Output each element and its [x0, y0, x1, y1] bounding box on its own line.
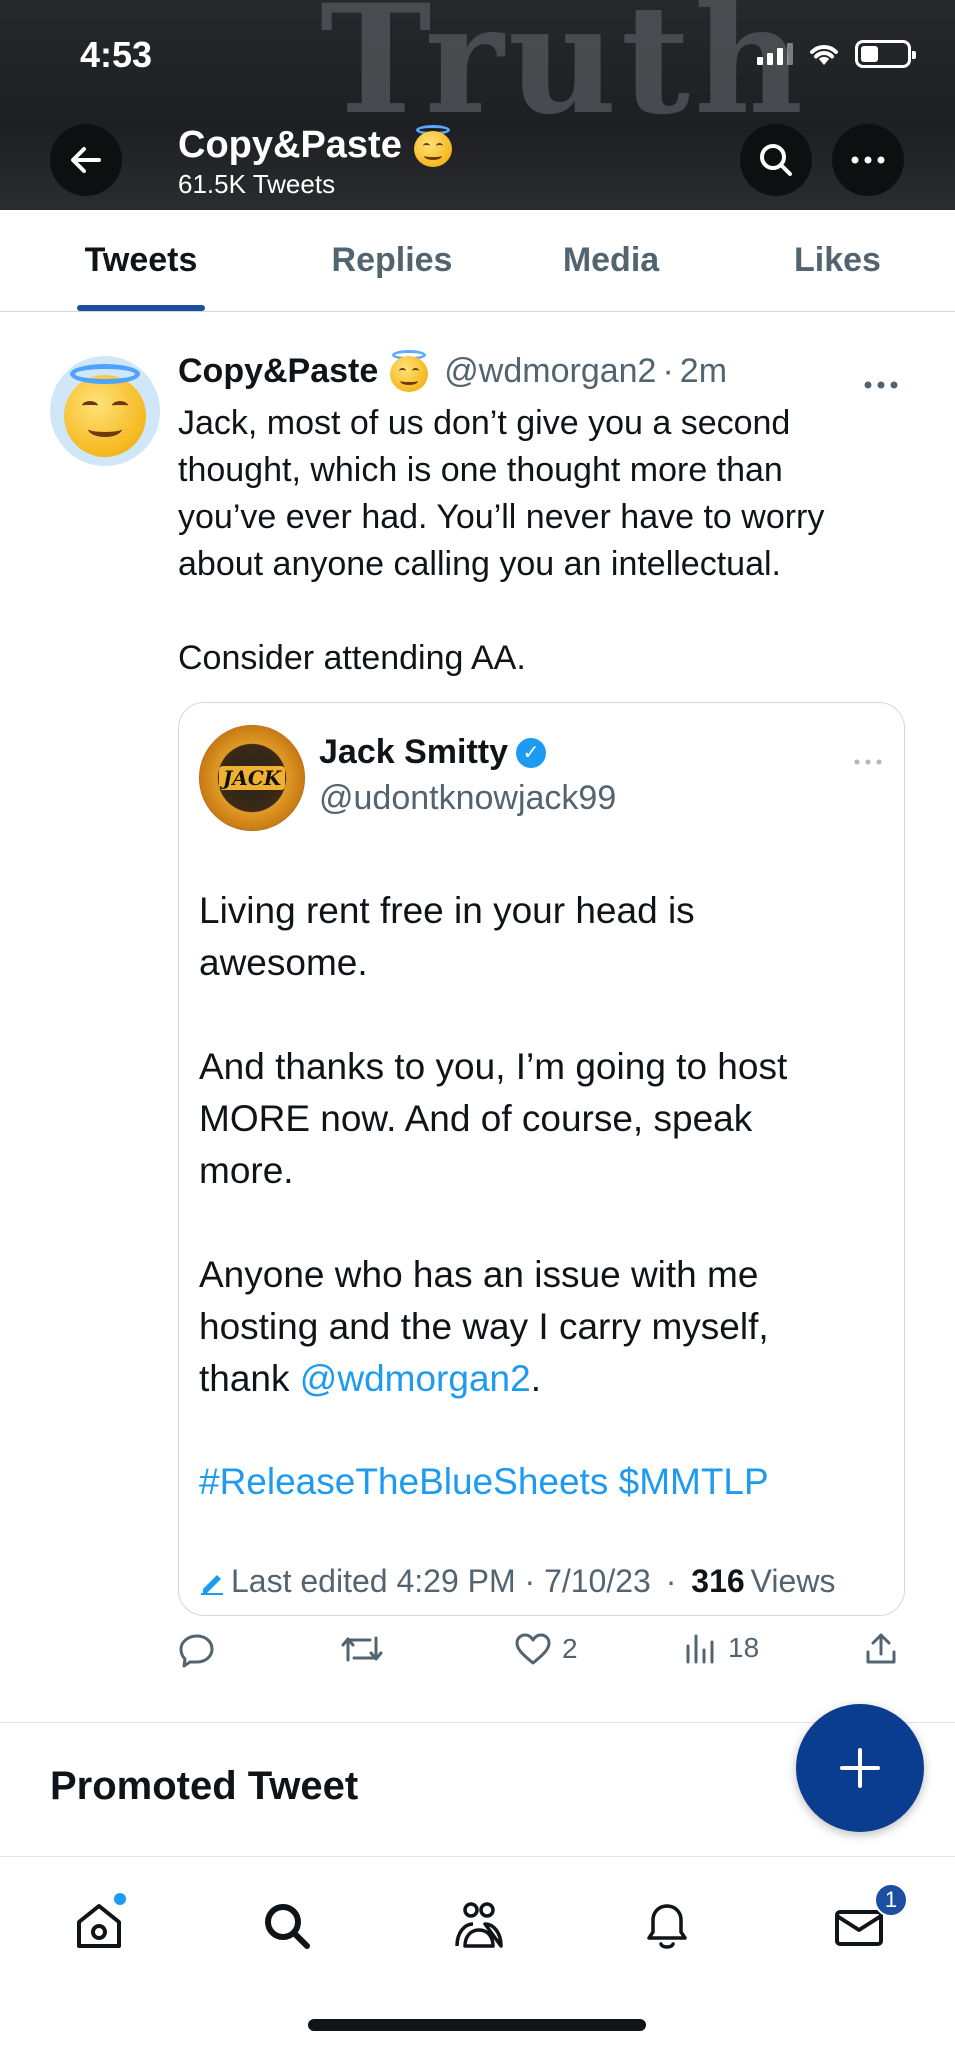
views-label: Views	[750, 1563, 836, 1599]
wifi-icon	[810, 45, 838, 65]
retweet-icon	[341, 1636, 383, 1662]
promoted-tweet-heading: Promoted Tweet	[50, 1764, 359, 1808]
quoted-tweet-text: Living rent free in your head is awesome…	[199, 885, 859, 1405]
bottom-navigation: 1	[0, 1856, 955, 2048]
bell-icon	[647, 1904, 687, 1949]
nav-home[interactable]	[64, 1891, 134, 1961]
views-count: 316	[691, 1563, 745, 1599]
edit-info: Last edited 4:29 PM · 7/10/23 · 316 View…	[199, 1563, 835, 1600]
new-content-dot	[114, 1893, 126, 1905]
tweet-count: 61.5K Tweets	[178, 169, 336, 199]
profile-name: Copy&Paste	[178, 124, 402, 166]
tab-media[interactable]: Media	[502, 210, 720, 311]
more-options-button[interactable]	[832, 124, 904, 196]
search-icon	[265, 1904, 310, 1949]
author-avatar[interactable]	[50, 356, 160, 466]
plus-icon	[840, 1748, 880, 1788]
tweet-author-handle[interactable]: @wdmorgan2	[444, 352, 656, 391]
tab-likes[interactable]: Likes	[720, 210, 955, 311]
pencil-icon	[201, 1574, 223, 1595]
tweet-time[interactable]: 2m	[680, 352, 727, 391]
tweet-author-name[interactable]: Copy&Paste	[178, 352, 378, 391]
tab-replies[interactable]: Replies	[282, 210, 502, 311]
quoted-author-name[interactable]: Jack Smitty	[319, 733, 508, 772]
hashtag-links[interactable]: #ReleaseTheBlueSheets $MMTLP	[199, 1461, 769, 1503]
quoted-more-icon	[854, 741, 882, 772]
quoted-text-end: .	[530, 1358, 541, 1399]
mention-link[interactable]: @wdmorgan2	[300, 1358, 531, 1399]
views-button[interactable]: 18	[684, 1632, 759, 1664]
reply-icon	[179, 1634, 214, 1668]
quoted-author-handle[interactable]: @udontknowjack99	[319, 779, 616, 818]
halo-emoji-icon	[412, 124, 454, 167]
share-icon	[866, 1633, 896, 1664]
views-action-count: 18	[728, 1632, 760, 1663]
separator-dot: ·	[662, 351, 674, 390]
nav-messages[interactable]: 1	[824, 1883, 908, 1961]
home-indicator[interactable]	[308, 2019, 646, 2031]
tweet-text: Jack, most of us don’t give you a second…	[178, 404, 825, 677]
tweet-actions: 2 18	[178, 1632, 913, 1682]
messages-badge: 1	[874, 1883, 908, 1917]
retweet-button[interactable]	[340, 1632, 384, 1666]
nav-notifications[interactable]	[632, 1891, 702, 1961]
back-button[interactable]	[50, 124, 122, 196]
tab-tweets[interactable]: Tweets	[0, 210, 282, 311]
signal-icon	[757, 43, 793, 65]
verified-badge-icon: ✓	[516, 737, 546, 768]
compose-tweet-button[interactable]	[796, 1704, 924, 1832]
search-icon	[760, 144, 792, 176]
home-icon	[77, 1904, 121, 1948]
tweet-header: Copy&Paste @wdmorgan2 · 2m	[178, 350, 727, 392]
communities-icon	[455, 1902, 503, 1948]
quoted-author-avatar[interactable]: JACK	[199, 725, 305, 831]
search-button[interactable]	[740, 124, 812, 196]
share-button[interactable]	[864, 1632, 898, 1666]
profile-header: Truth 4:53 Copy&Paste 61.5K Tweets	[0, 0, 955, 210]
views-separator: ·	[656, 1563, 686, 1599]
arrow-left-icon	[71, 147, 101, 173]
more-horizontal-icon	[864, 381, 898, 389]
nav-communities[interactable]	[444, 1891, 514, 1961]
like-count: 2	[562, 1633, 578, 1664]
profile-tabs: Tweets Replies Media Likes	[0, 210, 955, 312]
quoted-author-name-row: Jack Smitty ✓	[319, 733, 546, 772]
header-title: Copy&Paste 61.5K Tweets	[178, 124, 454, 200]
quoted-text-body: Living rent free in your head is awesome…	[199, 890, 788, 1399]
more-horizontal-icon	[851, 156, 885, 164]
status-icons	[757, 40, 916, 68]
divider	[0, 1722, 955, 1723]
like-button[interactable]: 2	[514, 1632, 578, 1666]
nav-search[interactable]	[252, 1891, 322, 1961]
reply-button[interactable]	[178, 1632, 216, 1668]
tweet-more-button[interactable]	[864, 356, 898, 398]
avatar-logo-text: JACK	[218, 766, 286, 790]
status-time: 4:53	[80, 34, 153, 75]
battery-icon	[855, 40, 916, 68]
analytics-icon	[686, 1634, 714, 1664]
halo-emoji-icon	[388, 350, 430, 392]
quoted-tweet[interactable]: JACK Jack Smitty ✓ @udontknowjack99 Livi…	[178, 702, 905, 1616]
edited-label[interactable]: Last edited 4:29 PM · 7/10/23	[231, 1563, 651, 1600]
heart-icon	[515, 1633, 551, 1665]
